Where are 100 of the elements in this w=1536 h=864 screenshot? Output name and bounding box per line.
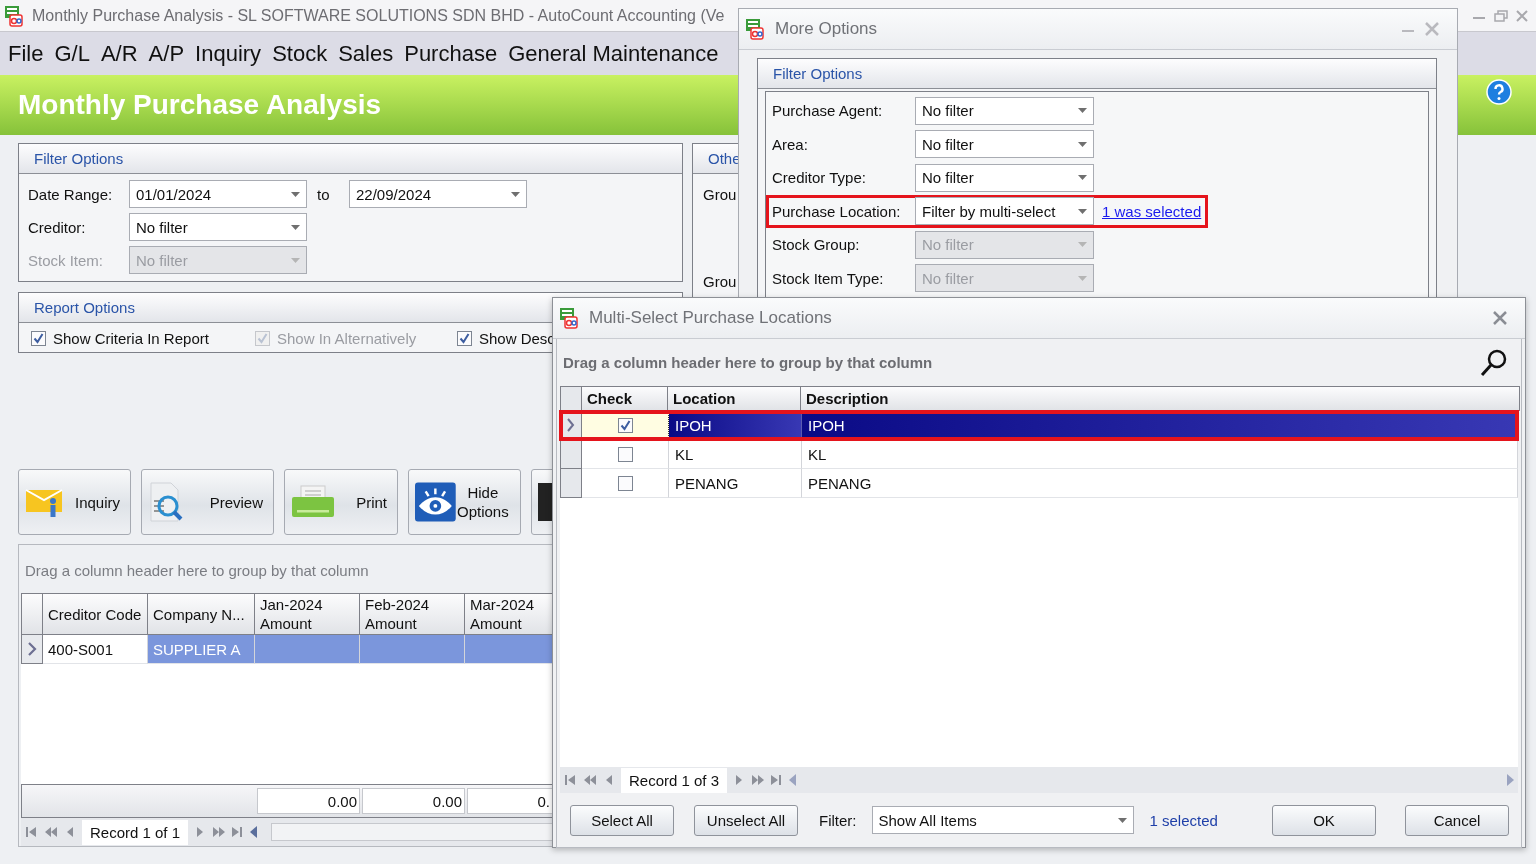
dialog-button[interactable]: Unselect All [694, 804, 798, 836]
next-page-icon[interactable] [212, 826, 227, 838]
field-label: Purchase Location: [772, 202, 902, 220]
column-header[interactable]: Feb-2024 Amount [360, 593, 465, 635]
record-counter: Record 1 of 3 [621, 767, 728, 793]
field-label: Area: [772, 135, 809, 153]
dropdown[interactable]: 22/09/2024 [349, 180, 527, 208]
table-row[interactable]: PENANG PENANG [560, 469, 1518, 498]
row-indicator[interactable] [21, 635, 43, 664]
row-indicator-header [21, 593, 43, 635]
column-header[interactable]: Company N... [148, 593, 255, 635]
dropdown[interactable]: No filter [915, 96, 1094, 125]
menu-item[interactable]: General Maintenance [508, 40, 719, 67]
close-icon[interactable] [1493, 311, 1507, 325]
row-indicator[interactable] [560, 440, 582, 469]
total-cell: 0. [467, 788, 553, 814]
field-label: Grou [702, 186, 738, 203]
field-label: Filter: [819, 811, 857, 829]
dropdown[interactable]: No filter [915, 130, 1094, 159]
eye-icon [415, 482, 456, 522]
restore-icon[interactable] [1494, 9, 1508, 22]
toolbar-button[interactable]: Hide Options [408, 469, 521, 535]
caret-icon [1078, 275, 1087, 281]
field-label: to [316, 185, 331, 203]
group-hint: Drag a column header here to group by that column [24, 561, 370, 581]
dropdown[interactable]: Show All Items [871, 806, 1134, 834]
scroll-left-icon[interactable] [250, 826, 259, 838]
caret-icon [291, 224, 300, 230]
panel-title: Filter Options [34, 150, 124, 167]
field-label: Stock Group: [772, 236, 861, 254]
table-row[interactable]: KL KL [560, 440, 1518, 469]
table-cell: IPOH [669, 411, 802, 440]
column-header[interactable]: Location [668, 386, 801, 411]
panel-title: Report Options [34, 299, 135, 316]
dropdown[interactable]: 01/01/2024 [129, 180, 307, 208]
dropdown[interactable]: No filter [129, 213, 307, 241]
table-cell: PENANG [669, 469, 802, 498]
dialog-title: Multi-Select Purchase Locations [589, 308, 832, 328]
table-cell: SUPPLIER A [148, 635, 255, 664]
previous-page-icon[interactable] [44, 826, 58, 838]
toolbar-button[interactable]: Preview [141, 469, 274, 535]
checkbox[interactable] [617, 446, 633, 462]
caret-icon [1078, 141, 1087, 147]
column-header[interactable]: Creditor Code [43, 593, 148, 635]
dialog-button[interactable]: Select All [570, 804, 674, 836]
row-indicator[interactable] [560, 411, 582, 440]
previous-page-icon[interactable] [583, 774, 597, 786]
total-cell: 0.00 [257, 788, 360, 814]
page-title: Monthly Purchase Analysis [18, 89, 382, 121]
caret-icon [291, 191, 300, 197]
checkbox[interactable] [617, 475, 633, 491]
field-label: Creditor Type: [772, 169, 867, 187]
table-row[interactable]: IPOH IPOH [560, 411, 1518, 440]
caret-icon [1078, 242, 1087, 248]
menu-item[interactable]: A/P [148, 40, 185, 67]
table-cell: PENANG [802, 469, 1518, 498]
inquiry-icon [25, 486, 65, 518]
menu-item[interactable]: File [8, 40, 44, 67]
scroll-right-icon[interactable] [1506, 774, 1514, 786]
help-icon[interactable] [1486, 79, 1512, 105]
checkbox-label: Show In Alternatively [277, 330, 417, 347]
field-label: Stock Item Type: [772, 269, 885, 287]
search-icon[interactable] [1479, 347, 1509, 378]
close-icon[interactable] [1516, 9, 1528, 22]
field-label: Purchase Agent: [772, 102, 884, 120]
scroll-left-icon[interactable] [789, 774, 798, 786]
column-header[interactable]: Check [582, 386, 668, 411]
toolbar-button[interactable]: Print [284, 469, 398, 535]
close-icon[interactable] [1425, 22, 1439, 36]
dropdown[interactable]: No filter [915, 163, 1094, 192]
menu-item[interactable]: Stock [272, 40, 328, 67]
toolbar-button[interactable]: Inquiry [18, 469, 131, 535]
menu-item[interactable]: G/L [54, 40, 90, 67]
app-icon [4, 4, 24, 27]
first-icon[interactable] [25, 826, 39, 838]
caret-icon [1117, 817, 1127, 823]
selection-link[interactable]: 1 was selected [1102, 202, 1202, 220]
app-icon [559, 307, 579, 329]
row-indicator-header [560, 386, 582, 411]
checkbox[interactable] [617, 417, 633, 433]
column-header[interactable]: Description [801, 386, 1520, 411]
menu-item[interactable]: Inquiry [195, 40, 262, 67]
table-cell: IPOH [802, 411, 1518, 440]
dropdown[interactable]: Filter by multi-select [915, 197, 1094, 226]
first-icon[interactable] [564, 774, 578, 786]
caret-icon [1078, 175, 1087, 181]
menu-item[interactable]: A/R [100, 40, 138, 67]
column-header[interactable]: Jan-2024 Amount [255, 593, 360, 635]
group-hint: Drag a column header here to group by that column [563, 354, 933, 371]
printer-icon [291, 485, 335, 519]
dialog-button[interactable]: OK [1272, 804, 1376, 836]
dialog-button[interactable]: Cancel [1405, 804, 1509, 836]
menu-item[interactable]: Purchase [404, 40, 498, 67]
table-cell: KL [802, 440, 1518, 469]
menu-item[interactable]: Sales [338, 40, 394, 67]
dialog-title: More Options [775, 19, 878, 39]
checkbox[interactable] [31, 331, 46, 346]
selection-count: 1 selected [1149, 811, 1218, 829]
next-page-icon[interactable] [751, 774, 766, 786]
checkbox[interactable] [457, 331, 472, 346]
